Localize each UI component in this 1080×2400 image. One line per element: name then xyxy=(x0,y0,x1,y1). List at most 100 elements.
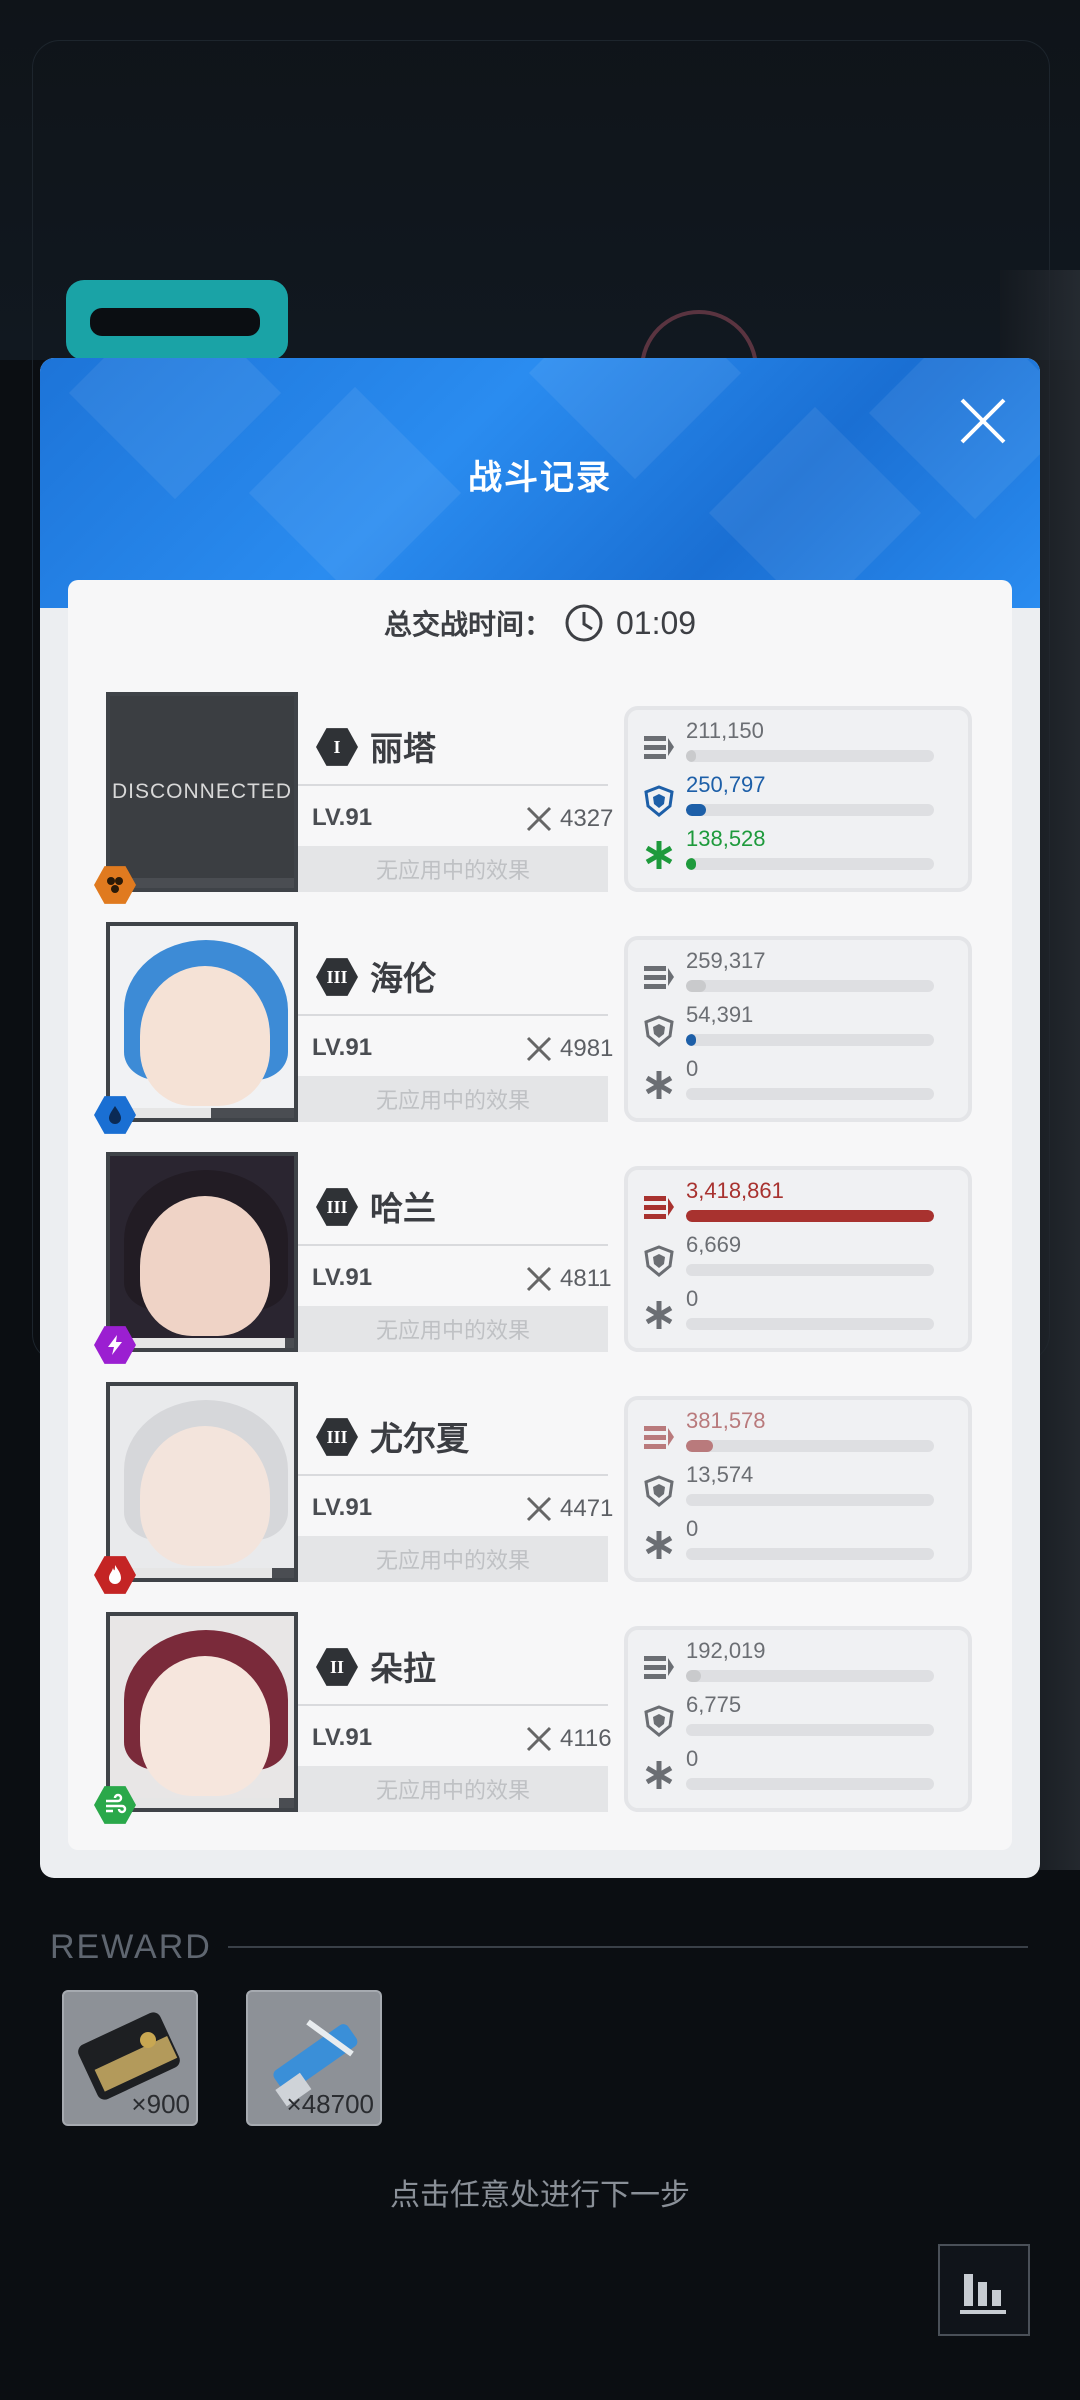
reward-item-usb[interactable]: ×48700 xyxy=(246,1990,382,2126)
character-stats: 381,578 13,574 0 xyxy=(624,1396,972,1582)
shield-value: 54,391 xyxy=(686,1002,754,1027)
damage-icon xyxy=(644,1426,674,1449)
shield-stat: 6,775 xyxy=(628,1692,968,1744)
background-status-pill xyxy=(66,280,288,360)
shield-value: 13,574 xyxy=(686,1462,754,1487)
crossed-swords-icon xyxy=(526,806,552,832)
reward-item-card[interactable]: ×900 xyxy=(62,1990,198,2126)
total-battle-time: 总交战时间： 01:09 xyxy=(68,598,1012,648)
character-row-yulsha[interactable]: III 尤尔夏 LV.91 4471 无应用中的效果 381,578 13,57… xyxy=(94,1382,972,1594)
time-value: 01:09 xyxy=(615,604,697,641)
damage-value: 192,019 xyxy=(686,1638,766,1663)
damage-value: 3,418,861 xyxy=(686,1178,784,1203)
continue-hint[interactable]: 点击任意处进行下一步 xyxy=(0,2170,1080,2214)
character-level: LV.91 xyxy=(312,804,373,831)
shield-icon xyxy=(644,1705,674,1737)
reward-divider xyxy=(228,1946,1028,1948)
effect-status: 无应用中的效果 xyxy=(298,846,608,892)
statistics-button[interactable] xyxy=(938,2244,1030,2336)
damage-icon xyxy=(644,966,674,989)
character-level: LV.91 xyxy=(312,1034,373,1061)
character-level: LV.91 xyxy=(312,1264,373,1291)
heal-stat: 0 xyxy=(628,1056,968,1108)
effect-status: 无应用中的效果 xyxy=(298,1076,608,1122)
crossed-swords-icon xyxy=(526,1266,552,1292)
shield-value: 6,775 xyxy=(686,1692,742,1717)
effect-status: 无应用中的效果 xyxy=(298,1536,608,1582)
character-stats: 259,317 54,391 0 xyxy=(624,936,972,1122)
character-portrait xyxy=(106,922,298,1122)
damage-icon xyxy=(644,736,674,759)
heal-icon xyxy=(645,1761,673,1789)
shield-bar xyxy=(686,804,706,816)
damage-icon xyxy=(644,1656,674,1679)
shield-stat: 54,391 xyxy=(628,1002,968,1054)
character-name: 哈兰 xyxy=(370,1190,436,1227)
character-portrait xyxy=(106,1612,298,1812)
damage-stat: 3,418,861 xyxy=(628,1178,968,1230)
heal-stat: 0 xyxy=(628,1746,968,1798)
damage-stat: 211,150 xyxy=(628,718,968,770)
character-level: LV.91 xyxy=(312,1494,373,1521)
damage-bar xyxy=(686,1440,714,1452)
character-info: III 尤尔夏 LV.91 4471 无应用中的效果 xyxy=(298,1394,613,1582)
rank-badge: III xyxy=(316,1188,358,1226)
heal-value: 138,528 xyxy=(686,826,766,851)
damage-stat: 381,578 xyxy=(628,1408,968,1460)
character-portrait xyxy=(106,1152,298,1352)
crossed-swords-icon xyxy=(526,1036,552,1062)
shield-icon xyxy=(644,785,674,817)
clock-icon xyxy=(565,604,603,642)
disconnected-label: DISCONNECTED xyxy=(110,696,294,888)
effect-status: 无应用中的效果 xyxy=(298,1306,608,1352)
heal-value: 0 xyxy=(686,1746,699,1771)
panel-title: 战斗记录 xyxy=(468,459,612,497)
crossed-swords-icon xyxy=(526,1496,552,1522)
character-name: 朵拉 xyxy=(370,1650,436,1687)
character-info: III 海伦 LV.91 4981 无应用中的效果 xyxy=(298,934,613,1122)
combat-power: 4327 xyxy=(560,805,614,832)
character-name: 丽塔 xyxy=(370,730,436,767)
panel-header: 战斗记录 xyxy=(40,358,1040,620)
shield-icon xyxy=(644,1475,674,1507)
rank-badge: III xyxy=(316,958,358,996)
shield-icon xyxy=(644,1015,674,1047)
heal-value: 0 xyxy=(686,1056,699,1081)
reward-quantity: ×48700 xyxy=(286,2089,374,2119)
shield-stat: 13,574 xyxy=(628,1462,968,1514)
heal-bar xyxy=(686,858,696,870)
damage-bar xyxy=(686,1670,701,1682)
character-stats: 3,418,861 6,669 0 xyxy=(624,1166,972,1352)
damage-icon xyxy=(644,1196,674,1219)
character-level: LV.91 xyxy=(312,1724,373,1751)
damage-stat: 192,019 xyxy=(628,1638,968,1690)
crossed-swords-icon xyxy=(526,1726,552,1752)
reward-label: REWARD xyxy=(50,1928,212,1966)
close-icon[interactable] xyxy=(956,394,1010,448)
character-row-rita[interactable]: DISCONNECTED I 丽塔 LV.91 4327 无应用中的效果 211… xyxy=(94,692,972,904)
time-label: 总交战时间： xyxy=(383,609,552,640)
heal-icon xyxy=(645,841,673,869)
character-info: II 朵拉 LV.91 4116 无应用中的效果 xyxy=(298,1624,612,1812)
character-stats: 211,150 250,797 138,528 xyxy=(624,706,972,892)
battle-record-list: 总交战时间： 01:09 DISCONNECTED I 丽塔 LV.91 432… xyxy=(68,580,1012,1850)
heal-icon xyxy=(645,1301,673,1329)
character-row-harran[interactable]: III 哈兰 LV.91 4811 无应用中的效果 3,418,861 6,66… xyxy=(94,1152,972,1364)
character-name: 尤尔夏 xyxy=(370,1420,469,1457)
rank-badge: II xyxy=(316,1648,358,1686)
shield-value: 250,797 xyxy=(686,772,766,797)
character-row-helen[interactable]: III 海伦 LV.91 4981 无应用中的效果 259,317 54,391 xyxy=(94,922,972,1134)
combat-power: 4471 xyxy=(560,1495,614,1522)
reward-quantity: ×900 xyxy=(131,2089,190,2119)
damage-bar xyxy=(686,1210,934,1222)
shield-value: 6,669 xyxy=(686,1232,742,1257)
damage-value: 211,150 xyxy=(686,718,764,743)
heal-stat: 0 xyxy=(628,1516,968,1568)
damage-stat: 259,317 xyxy=(628,948,968,1000)
character-portrait: DISCONNECTED xyxy=(106,692,298,892)
character-row-dora[interactable]: II 朵拉 LV.91 4116 无应用中的效果 192,019 6,775 0 xyxy=(94,1612,972,1824)
character-stats: 192,019 6,775 0 xyxy=(624,1626,972,1812)
combat-power: 4981 xyxy=(560,1035,614,1062)
heal-icon xyxy=(645,1531,673,1559)
character-portrait xyxy=(106,1382,298,1582)
